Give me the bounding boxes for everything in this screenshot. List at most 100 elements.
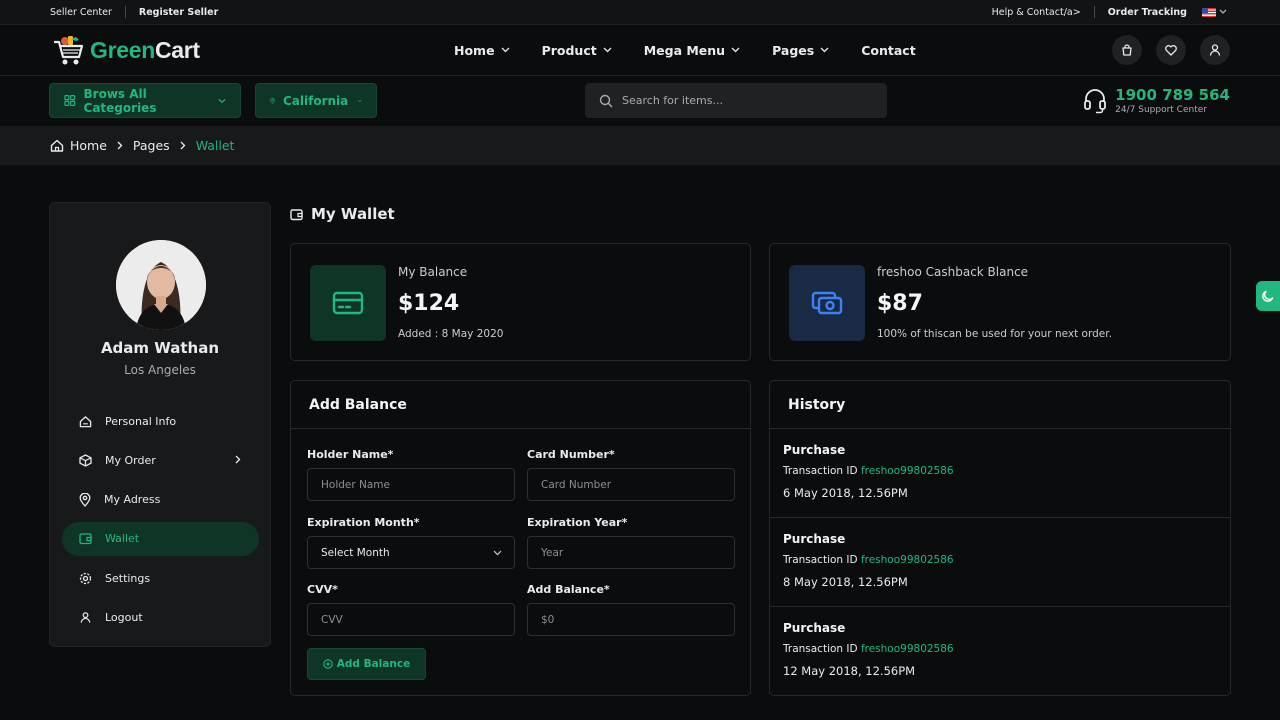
history-date: 12 May 2018, 12.56PM <box>783 664 916 678</box>
wallet-icon <box>79 533 92 545</box>
breadcrumb-home[interactable]: Home <box>50 138 107 153</box>
history-type: Purchase <box>783 621 846 635</box>
cvv-label: CVV* <box>307 583 338 596</box>
seller-center-link[interactable]: Seller Center <box>50 7 112 18</box>
heart-icon <box>1165 45 1177 56</box>
nav-contact[interactable]: Contact <box>861 43 915 58</box>
user-icon <box>1209 44 1221 56</box>
sub-header: Brows All Categories California 1900 789… <box>0 76 1280 126</box>
expiration-month-select[interactable]: Select Month <box>307 536 515 569</box>
history-title: History <box>770 381 1230 429</box>
cvv-input[interactable] <box>307 603 515 636</box>
history-card: History Purchase Transaction ID freshoo9… <box>769 380 1231 696</box>
chevron-down-icon <box>218 98 226 103</box>
add-balance-card: Add Balance Holder Name* Card Number* Ex… <box>290 380 751 696</box>
us-flag-icon[interactable] <box>1202 7 1216 17</box>
menu-item-settings[interactable]: Settings <box>62 561 259 595</box>
logo[interactable]: GreenCart <box>52 33 200 67</box>
chevron-down-icon <box>358 99 362 102</box>
balance-card: My Balance $124 Added : 8 May 2020 <box>290 243 751 361</box>
wallet-icon <box>290 208 303 220</box>
chevron-down-icon <box>501 47 510 53</box>
home-icon <box>50 139 64 152</box>
chevron-down-icon <box>493 550 502 555</box>
expiration-year-label: Expiration Year* <box>527 516 628 529</box>
card-number-field: Card Number* <box>527 448 735 501</box>
holder-name-field: Holder Name* <box>307 448 515 501</box>
menu-item-wallet[interactable]: Wallet <box>62 521 259 556</box>
transaction-id-link[interactable]: freshoo99802586 <box>861 465 954 477</box>
chevron-down-icon <box>820 47 829 53</box>
cashback-note: 100% of thiscan be used for your next or… <box>877 328 1112 340</box>
amount-label: Add Balance* <box>527 583 610 596</box>
history-item: Purchase Transaction ID freshoo99802586 … <box>770 429 1230 518</box>
transaction-id-link[interactable]: freshoo99802586 <box>861 643 954 655</box>
expiration-year-input[interactable] <box>527 536 735 569</box>
chevron-down-icon <box>731 47 740 53</box>
holder-name-input[interactable] <box>307 468 515 501</box>
transaction-id-link[interactable]: freshoo99802586 <box>861 554 954 566</box>
card-number-input[interactable] <box>527 468 735 501</box>
cash-icon <box>811 291 843 315</box>
cvv-field: CVV* <box>307 583 515 636</box>
expiration-year-field: Expiration Year* <box>527 516 735 569</box>
add-balance-title: Add Balance <box>291 381 750 429</box>
balance-icon-box <box>310 265 386 341</box>
support-phone[interactable]: 1900 789 564 <box>1115 86 1230 104</box>
browse-categories-label: Brows All Categories <box>83 86 157 115</box>
dark-mode-toggle[interactable] <box>1256 281 1280 311</box>
search-bar <box>585 83 887 118</box>
cashback-label: freshoo Cashback Blance <box>877 265 1029 279</box>
nav-pages[interactable]: Pages <box>772 43 829 58</box>
chevron-right-icon <box>117 141 123 150</box>
wishlist-button[interactable] <box>1156 35 1186 65</box>
main-nav: Home Product Mega Menu Pages Contact <box>454 25 948 75</box>
add-balance-button-label: Add Balance <box>336 658 411 670</box>
nav-mega-menu[interactable]: Mega Menu <box>644 43 740 58</box>
grid-icon <box>64 95 76 106</box>
history-transaction: Transaction ID freshoo99802586 <box>783 643 954 655</box>
menu-item-logout[interactable]: Logout <box>62 600 259 634</box>
help-contact-link[interactable]: Help & Contact/a> <box>992 7 1081 18</box>
profile-menu: Personal Info My Order My Adress Wallet … <box>62 404 259 640</box>
amount-input[interactable] <box>527 603 735 636</box>
cashback-icon-box <box>789 265 865 341</box>
breadcrumb-pages[interactable]: Pages <box>133 138 170 153</box>
history-item: Purchase Transaction ID freshoo99802586 … <box>770 518 1230 607</box>
history-date: 8 May 2018, 12.56PM <box>783 575 908 589</box>
nav-product[interactable]: Product <box>542 43 612 58</box>
menu-item-personal-info[interactable]: Personal Info <box>62 404 259 438</box>
register-seller-link[interactable]: Register Seller <box>139 7 218 18</box>
divider <box>124 6 126 18</box>
header-actions <box>1098 35 1230 65</box>
history-type: Purchase <box>783 532 846 546</box>
expiration-month-field: Expiration Month* Select Month <box>307 516 515 569</box>
nav-home[interactable]: Home <box>454 43 510 58</box>
add-balance-button[interactable]: Add Balance <box>307 648 426 680</box>
order-tracking-link[interactable]: Order Tracking <box>1108 7 1187 18</box>
profile-sidebar: Adam Wathan Los Angeles Personal Info My… <box>49 202 271 647</box>
user-icon <box>80 612 91 623</box>
account-button[interactable] <box>1200 35 1230 65</box>
cashback-card: freshoo Cashback Blance $87 100% of this… <box>769 243 1231 361</box>
breadcrumb: Home Pages Wallet <box>0 126 1280 165</box>
avatar <box>116 240 206 330</box>
support-label: 24/7 Support Center <box>1115 105 1207 115</box>
cart-button[interactable] <box>1112 35 1142 65</box>
holder-name-label: Holder Name* <box>307 448 394 461</box>
menu-item-my-order[interactable]: My Order <box>62 443 259 477</box>
box-icon <box>79 454 92 467</box>
menu-item-my-address[interactable]: My Adress <box>62 483 259 517</box>
chevron-right-icon <box>235 455 241 464</box>
browse-categories-button[interactable]: Brows All Categories <box>49 83 241 118</box>
chevron-down-icon[interactable] <box>1216 7 1230 17</box>
cashback-amount: $87 <box>877 291 923 316</box>
search-input[interactable] <box>622 94 872 107</box>
support-info: 1900 789 564 24/7 Support Center <box>1083 86 1230 115</box>
profile-location: Los Angeles <box>124 363 196 377</box>
history-type: Purchase <box>783 443 846 457</box>
history-transaction: Transaction ID freshoo99802586 <box>783 465 954 477</box>
profile-name: Adam Wathan <box>100 339 220 357</box>
location-button[interactable]: California <box>255 83 377 118</box>
